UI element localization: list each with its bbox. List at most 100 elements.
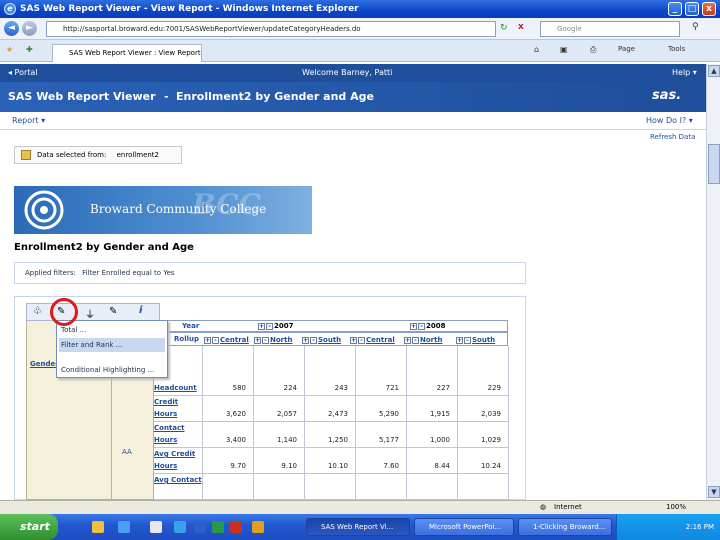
scroll-up-icon[interactable]: ▲	[708, 65, 720, 77]
title-separator: -	[164, 90, 169, 103]
quicklaunch-icon[interactable]	[230, 521, 242, 533]
rollup-header[interactable]: Rollup	[174, 335, 199, 343]
minimize-button[interactable]: _	[668, 2, 682, 16]
age-marker[interactable]: AA	[122, 448, 132, 456]
college-logo-banner: BCC Broward Community College	[14, 186, 312, 234]
expand-icon[interactable]: +	[204, 336, 211, 344]
filter-icon[interactable]: ⏚	[85, 306, 95, 321]
portal-link[interactable]: ◂ Portal	[8, 68, 38, 77]
maximize-button[interactable]: □	[685, 2, 699, 16]
table-cell: 1,250	[327, 436, 348, 444]
region-header-north[interactable]: + - North	[404, 336, 442, 344]
measure-label[interactable]: Avg Contact	[154, 474, 202, 486]
region-header-central[interactable]: + - Central	[204, 336, 249, 344]
year-header[interactable]: Year	[182, 322, 199, 330]
system-tray: 2:16 PM	[616, 514, 720, 540]
measure-label[interactable]: Headcount	[154, 382, 202, 394]
refresh-icon[interactable]: ↻	[500, 23, 508, 33]
expand-icon[interactable]: +	[456, 336, 463, 344]
taskbar-button-browser[interactable]: 1-Clicking Broward...	[518, 518, 612, 536]
quicklaunch-icon[interactable]	[194, 521, 206, 533]
year-2007[interactable]: + -2007	[258, 322, 293, 330]
favorites-star-icon[interactable]: ★	[6, 45, 13, 54]
measure-label[interactable]: Contact Hours	[154, 422, 202, 446]
expand-icon[interactable]: +	[404, 336, 411, 344]
page-menu[interactable]: Page	[618, 45, 635, 53]
collapse-icon[interactable]: -	[262, 336, 269, 344]
measure-label[interactable]: Avg Credit Hours	[154, 448, 202, 472]
rank-icon[interactable]: ✎	[109, 306, 117, 317]
scroll-down-icon[interactable]: ▼	[708, 486, 720, 498]
expand-icon[interactable]: +	[302, 336, 309, 344]
menu-item-conditional-highlighting[interactable]: Conditional Highlighting ...	[59, 363, 165, 377]
highlight-circle	[50, 298, 78, 326]
gender-header[interactable]: Gender	[30, 360, 59, 368]
search-input[interactable]: Google	[540, 21, 680, 37]
quicklaunch-icon[interactable]	[252, 521, 264, 533]
app-title: SAS Web Report Viewer	[8, 90, 156, 103]
help-menu[interactable]: Help ▾	[672, 68, 697, 77]
table-cell: 3,400	[225, 436, 246, 444]
table-cell: 2,039	[480, 410, 501, 418]
quicklaunch-icon[interactable]	[150, 521, 162, 533]
report-menu[interactable]: Report ▾	[12, 116, 45, 125]
tab-sas-report[interactable]: SAS Web Report Viewer : View Report	[52, 44, 202, 62]
menu-item-filter-rank[interactable]: Filter and Rank ...	[59, 338, 165, 352]
collapse-icon[interactable]: -	[310, 336, 317, 344]
collapse-icon[interactable]: -	[418, 322, 425, 330]
scroll-thumb[interactable]	[708, 144, 720, 184]
address-input[interactable]: http://sasportal.broward.edu:7001/SASWeb…	[46, 21, 496, 37]
menu-item-total[interactable]: Total ...	[59, 323, 165, 337]
stop-icon[interactable]: x	[518, 22, 524, 32]
taskbar-button-powerpoint[interactable]: Microsoft PowerPoi...	[414, 518, 514, 536]
expand-icon[interactable]: +	[410, 322, 417, 330]
home-icon[interactable]: ⌂	[534, 45, 539, 54]
table-cell: 580	[232, 384, 246, 392]
tab-bar: ★ ✚ SAS Web Report Viewer : View Report …	[0, 40, 720, 62]
measure-label[interactable]: Credit Hours	[154, 396, 202, 420]
expand-icon[interactable]: +	[254, 336, 261, 344]
add-favorite-icon[interactable]: ✚	[26, 45, 33, 54]
table-cell: 9.70	[230, 462, 246, 470]
address-toolbar: ◄ ► http://sasportal.broward.edu:7001/SA…	[0, 18, 720, 40]
vertical-scrollbar[interactable]: ▲ ▼	[706, 64, 720, 500]
table-cell: 10.24	[480, 462, 501, 470]
expand-icon[interactable]: +	[258, 322, 265, 330]
explore-icon[interactable]: ♧	[33, 306, 42, 317]
row-divider	[154, 421, 508, 422]
quicklaunch-icon[interactable]	[174, 521, 186, 533]
search-icon[interactable]: ⚲	[692, 22, 699, 32]
tools-menu[interactable]: Tools	[668, 45, 685, 53]
grid-line	[253, 346, 254, 500]
region-header-south[interactable]: + - South	[302, 336, 341, 344]
quicklaunch-icon[interactable]	[92, 521, 104, 533]
close-button[interactable]: x	[702, 2, 716, 16]
quicklaunch-icon[interactable]	[212, 521, 224, 533]
zoom-level[interactable]: 100%	[666, 501, 686, 514]
year-2008[interactable]: + -2008	[410, 322, 445, 330]
quicklaunch-icon[interactable]	[118, 521, 130, 533]
window-titlebar: e SAS Web Report Viewer - View Report - …	[0, 0, 720, 18]
taskbar-button-sas[interactable]: SAS Web Report Vi...	[306, 518, 410, 536]
forward-button[interactable]: ►	[22, 21, 37, 36]
info-icon[interactable]: i	[139, 305, 142, 316]
expand-icon[interactable]: +	[350, 336, 357, 344]
start-button[interactable]: start	[0, 514, 58, 540]
feeds-icon[interactable]: ▣	[560, 45, 568, 54]
collapse-icon[interactable]: -	[412, 336, 419, 344]
how-do-i-menu[interactable]: How Do I? ▾	[646, 116, 693, 125]
collapse-icon[interactable]: -	[266, 322, 273, 330]
refresh-data-link[interactable]: Refresh Data	[650, 133, 695, 141]
collapse-icon[interactable]: -	[464, 336, 471, 344]
region-header-central[interactable]: + - Central	[350, 336, 395, 344]
report-name: Enrollment2 by Gender and Age	[176, 90, 374, 103]
region-header-south[interactable]: + - South	[456, 336, 495, 344]
region-header-north[interactable]: + - North	[254, 336, 292, 344]
collapse-icon[interactable]: -	[212, 336, 219, 344]
data-selected-value: enrollment2	[116, 151, 160, 159]
print-icon[interactable]: ⎙	[590, 45, 596, 55]
grid-line	[457, 346, 458, 500]
back-button[interactable]: ◄	[4, 21, 19, 36]
sas-header: SAS Web Report Viewer - Enrollment2 by G…	[0, 82, 706, 112]
collapse-icon[interactable]: -	[358, 336, 365, 344]
